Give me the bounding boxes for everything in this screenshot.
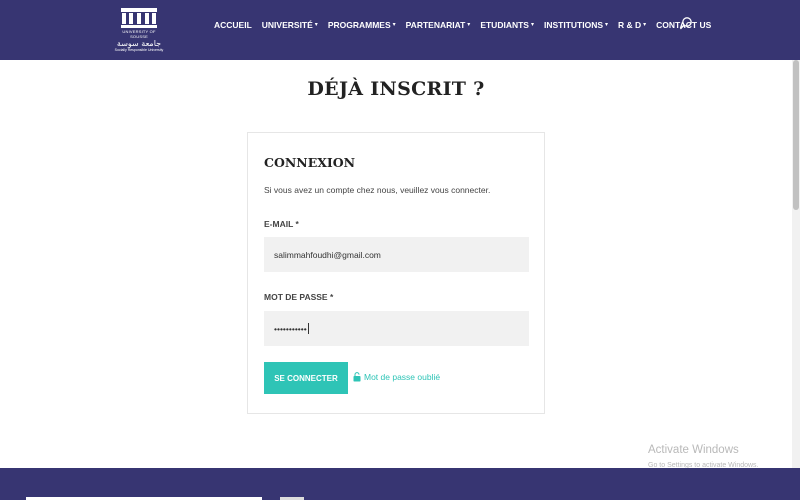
chevron-down-icon: ▾ — [643, 22, 647, 28]
nav-label: PROGRAMMES — [327, 20, 391, 30]
chevron-down-icon: ▾ — [605, 22, 609, 28]
scrollbar-thumb[interactable] — [793, 60, 799, 210]
nav-item-programmes[interactable]: PROGRAMMES ▾ — [328, 18, 396, 32]
nav-item-etudiants[interactable]: ETUDIANTS ▾ — [480, 18, 534, 32]
top-navbar: UNIVERSITY OF SOUSSE جامعة سوسة Socially… — [0, 0, 800, 60]
email-value: salimmahfoudhi@gmail.com — [274, 249, 381, 260]
nav-label: ETUDIANTS — [480, 20, 529, 30]
text-caret — [307, 323, 309, 334]
logo-building-icon — [121, 8, 157, 28]
footer — [0, 468, 800, 500]
nav-label: UNIVERSITÉ — [261, 20, 313, 30]
password-field[interactable]: ••••••••••• — [264, 311, 529, 346]
nav-item-partenariat[interactable]: PARTENARIAT ▾ — [406, 18, 471, 32]
logo-text-en: UNIVERSITY OF SOUSSE — [122, 29, 156, 39]
nav-item-institutions[interactable]: INSTITUTIONS ▾ — [544, 18, 608, 32]
logo-tagline: Socially Responsible University — [114, 48, 164, 52]
chevron-down-icon: ▾ — [467, 22, 471, 28]
main-nav: ACCUEIL UNIVERSITÉ ▾ PROGRAMMES ▾ PARTENAR… — [214, 18, 721, 32]
password-label: MOT DE PASSE * — [264, 292, 334, 302]
login-title: CONNEXION — [264, 155, 356, 170]
email-field[interactable]: salimmahfoudhi@gmail.com — [264, 237, 529, 272]
password-value: ••••••••••• — [274, 323, 307, 334]
login-button[interactable]: SE CONNECTER — [264, 362, 348, 394]
nav-item-universite[interactable]: UNIVERSITÉ ▾ — [262, 18, 318, 32]
nav-label: ACCUEIL — [214, 20, 252, 30]
nav-label: R & D — [618, 20, 642, 30]
watermark-title: Activate Windows — [648, 444, 739, 456]
windows-activation-watermark: Activate Windows Go to Settings to activ… — [648, 443, 759, 471]
page-title: DÉJÀ INSCRIT ? — [307, 78, 485, 100]
nav-label: INSTITUTIONS — [543, 20, 603, 30]
logo-text-ar: جامعة سوسة — [116, 39, 162, 48]
email-label: E-MAIL * — [264, 219, 299, 229]
nav-item-rd[interactable]: R & D ▾ — [618, 18, 646, 32]
search-icon[interactable] — [679, 16, 693, 30]
forgot-password-link[interactable]: Mot de passe oublié — [353, 372, 440, 382]
page-scrollbar[interactable] — [792, 60, 800, 468]
forgot-password-label: Mot de passe oublié — [364, 372, 441, 382]
chevron-down-icon: ▾ — [530, 22, 534, 28]
university-logo[interactable]: UNIVERSITY OF SOUSSE جامعة سوسة Socially… — [114, 8, 164, 52]
chevron-down-icon: ▾ — [314, 22, 318, 28]
login-card: CONNEXION Si vous avez un compte chez no… — [247, 132, 545, 414]
nav-label: PARTENARIAT — [405, 20, 466, 30]
chevron-down-icon: ▾ — [392, 22, 396, 28]
lock-icon — [353, 372, 361, 382]
login-description: Si vous avez un compte chez nous, veuill… — [264, 185, 491, 195]
nav-item-accueil[interactable]: ACCUEIL — [214, 18, 252, 32]
